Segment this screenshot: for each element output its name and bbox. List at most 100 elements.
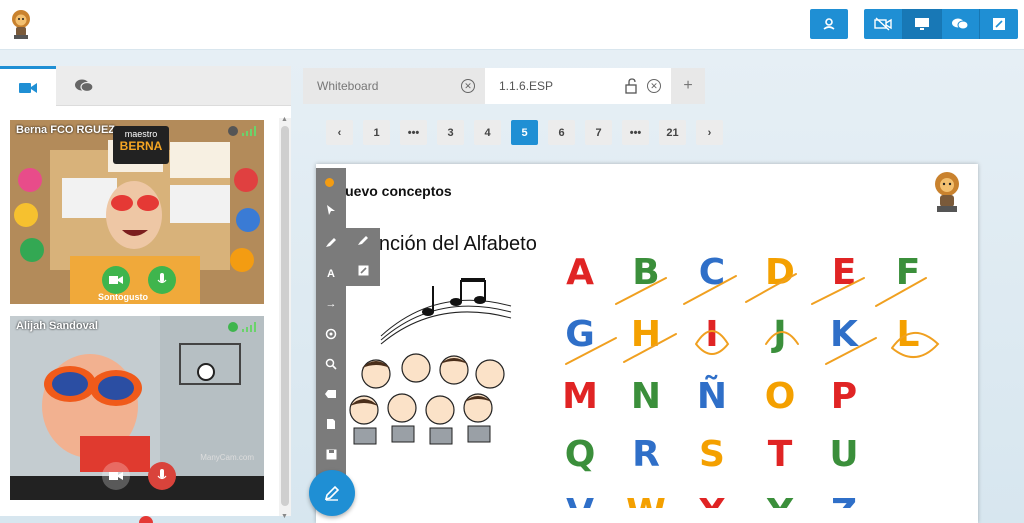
prev-page-button[interactable]: ‹	[326, 120, 353, 145]
tile-controls	[102, 462, 176, 490]
alphabet-letter: G	[565, 314, 595, 355]
zoom-icon	[325, 358, 337, 370]
switch-camera-button[interactable]	[810, 9, 848, 39]
alphabet-letter: Z	[831, 492, 857, 508]
sign-text-maestro: maestro	[124, 129, 158, 139]
chat-button[interactable]	[942, 9, 981, 39]
zoom-tool[interactable]	[323, 356, 339, 372]
alphabet-letter: P	[831, 376, 857, 417]
video-tab[interactable]	[0, 66, 56, 106]
drawing-toolbar: A →	[316, 168, 346, 493]
pointer-tool[interactable]	[323, 202, 339, 218]
alphabet-letter: N	[631, 376, 661, 417]
scroll-up-icon[interactable]: ▲	[281, 116, 288, 123]
video-tile-student[interactable]: Alijah Sandoval ManyCam.com	[10, 316, 264, 500]
color-indicator[interactable]	[325, 178, 334, 187]
video-list: Berna FCO RGUEZ maestro BERNA Sontogusto	[10, 120, 276, 518]
close-icon[interactable]: ✕	[461, 79, 475, 93]
alphabet-letter: U	[829, 434, 858, 475]
alphabet-letter: O	[765, 376, 796, 417]
erase-tool[interactable]	[323, 386, 339, 402]
pencil-icon	[358, 236, 368, 245]
video-list-scrollbar[interactable]: ▲ ▼	[279, 116, 291, 520]
next-page-button[interactable]: ›	[696, 120, 723, 145]
alphabet-letter: A	[566, 252, 594, 293]
whiteboard-canvas[interactable]: Nuevo conceptos La canción del Alfabeto …	[316, 164, 978, 523]
lion-mascot-icon	[12, 10, 30, 39]
alphabet-letter: S	[699, 434, 725, 475]
camera-toggle-button[interactable]	[102, 462, 130, 490]
alphabet-letter: X	[698, 492, 726, 508]
alphabet-letter: F	[896, 252, 921, 293]
camera-switch-icon	[823, 18, 835, 30]
music-notes-illustration	[380, 278, 512, 345]
pan-icon	[325, 328, 337, 340]
alphabet-letter: C	[699, 252, 725, 293]
tab-label: Whiteboard	[317, 79, 379, 93]
annotate-fab-button[interactable]	[309, 470, 355, 516]
video-off-icon	[874, 17, 892, 31]
panel-tabs	[0, 66, 291, 106]
file-tool[interactable]	[323, 416, 339, 432]
page-button[interactable]: 6	[548, 120, 575, 145]
tab-document[interactable]: 1.1.6.ESP ✕	[485, 68, 671, 104]
notification-indicator	[139, 516, 153, 523]
page-button[interactable]: 3	[437, 120, 464, 145]
arrow-tool[interactable]: →	[323, 296, 339, 312]
arrow-right-icon: →	[325, 298, 337, 310]
scrollbar-thumb[interactable]	[281, 126, 289, 506]
pen-tool[interactable]	[323, 234, 339, 250]
edit-icon	[993, 18, 1006, 30]
screen-share-button[interactable]	[902, 9, 942, 39]
participant-name: Alijah Sandoval	[16, 320, 98, 332]
edit-button[interactable]	[980, 9, 1018, 39]
add-tab-button[interactable]: +	[671, 68, 705, 104]
page-button-last[interactable]: 21	[659, 120, 686, 145]
text-tool[interactable]: A	[323, 266, 339, 282]
camera-icon	[109, 276, 123, 284]
highlighter-option[interactable]	[355, 262, 371, 278]
page-button[interactable]: 4	[474, 120, 501, 145]
alphabet-letter: T	[768, 434, 793, 475]
scroll-down-icon[interactable]: ▼	[281, 513, 288, 520]
page-button[interactable]: 7	[585, 120, 612, 145]
chat-tab[interactable]	[56, 66, 112, 106]
video-tile-teacher[interactable]: Berna FCO RGUEZ maestro BERNA Sontogusto	[10, 120, 264, 304]
page-ellipsis[interactable]: •••	[400, 120, 427, 145]
close-icon[interactable]: ✕	[647, 79, 661, 93]
pen-thin-option[interactable]	[355, 232, 371, 248]
alphabet-letter: H	[631, 314, 661, 355]
status-dot	[228, 126, 238, 136]
save-icon	[326, 449, 336, 459]
mic-toggle-button[interactable]	[148, 462, 176, 490]
lion-mascot-icon	[935, 172, 959, 212]
manycam-watermark: ManyCam.com	[200, 453, 254, 462]
mic-toggle-button[interactable]	[148, 266, 176, 294]
highlighter-icon	[358, 265, 368, 275]
sign-text-berna: BERNA	[119, 139, 163, 153]
page-button-current[interactable]: 5	[511, 120, 538, 145]
unlock-icon[interactable]	[625, 78, 639, 94]
chat-bubble-icon	[75, 79, 94, 93]
page-ellipsis[interactable]: •••	[622, 120, 649, 145]
page-button-first[interactable]: 1	[363, 120, 390, 145]
alphabet-letter: Q	[565, 434, 596, 475]
participants-panel: Berna FCO RGUEZ maestro BERNA Sontogusto	[0, 66, 291, 520]
chevron-right-icon: ›	[707, 126, 712, 139]
chat-icon	[952, 18, 969, 30]
alphabet-letter: I	[705, 314, 718, 355]
tab-whiteboard[interactable]: Whiteboard ✕	[303, 68, 485, 104]
slide-title: Nuevo conceptos	[335, 183, 452, 199]
pencil-icon	[326, 238, 336, 247]
save-tool[interactable]	[323, 446, 339, 462]
file-icon	[327, 419, 335, 429]
alphabet-letter: M	[562, 376, 598, 417]
pencil-icon	[324, 485, 340, 501]
alphabet-letter: D	[765, 252, 795, 293]
top-bar	[0, 0, 1024, 50]
pan-tool[interactable]	[323, 326, 339, 342]
eraser-icon	[325, 390, 336, 398]
camera-toggle-button[interactable]	[102, 266, 130, 294]
document-tabs: Whiteboard ✕ 1.1.6.ESP ✕ +	[303, 68, 705, 104]
video-off-button[interactable]	[864, 9, 903, 39]
